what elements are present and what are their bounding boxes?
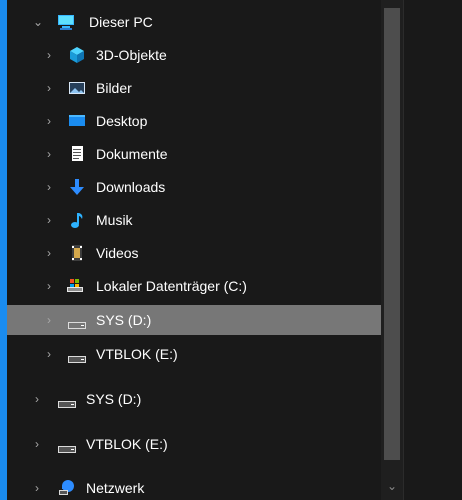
desktop-icon <box>67 111 87 131</box>
download-arrow-icon <box>67 177 87 197</box>
tree-item-label: Lokaler Datenträger (C:) <box>96 278 247 294</box>
chevron-right-icon[interactable]: › <box>43 82 55 94</box>
tree-item-lokaler-datentrager[interactable]: › Lokaler Datenträger (C:) <box>7 271 381 301</box>
chevron-right-icon[interactable]: › <box>43 314 55 326</box>
tree-item-label: Videos <box>96 245 139 261</box>
chevron-right-icon[interactable]: › <box>43 280 55 292</box>
chevron-right-icon[interactable]: › <box>43 181 55 193</box>
drive-icon <box>67 352 87 364</box>
tree-item-videos[interactable]: › Videos <box>7 238 381 268</box>
drive-icon <box>57 442 77 454</box>
tree-item-label: 3D-Objekte <box>96 47 167 63</box>
tree-item-label: VTBLOK (E:) <box>86 436 168 452</box>
drive-icon <box>57 397 77 409</box>
tree-item-sys-d-selected[interactable]: › SYS (D:) <box>7 305 381 335</box>
chevron-right-icon[interactable]: › <box>43 148 55 160</box>
tree-item-label: Downloads <box>96 179 166 195</box>
tree-item-label: SYS (D:) <box>86 391 142 407</box>
tree-item-label: Dokumente <box>96 146 168 162</box>
tree-item-label: Desktop <box>96 113 148 129</box>
tree-item-musik[interactable]: › Musik <box>7 205 381 235</box>
tree-item-vtblok-e[interactable]: › VTBLOK (E:) <box>7 429 381 459</box>
accent-strip <box>0 0 7 500</box>
chevron-right-icon[interactable]: › <box>31 393 43 405</box>
vertical-scrollbar[interactable]: ⌄ <box>381 0 403 500</box>
picture-icon <box>67 78 87 98</box>
file-explorer-window: ⌄ Dieser PC › 3D-Objekte › Bilder › Desk… <box>0 0 462 500</box>
system-drive-icon <box>65 276 85 296</box>
drive-icon <box>67 318 87 330</box>
tree-item-label: Musik <box>96 212 133 228</box>
chevron-right-icon[interactable]: › <box>43 115 55 127</box>
tree-item-label: Bilder <box>96 80 132 96</box>
chevron-right-icon[interactable]: › <box>43 348 55 360</box>
computer-icon <box>56 12 76 32</box>
navigation-pane[interactable]: ⌄ Dieser PC › 3D-Objekte › Bilder › Desk… <box>7 0 381 500</box>
network-icon <box>57 477 77 497</box>
tree-item-desktop[interactable]: › Desktop <box>7 106 381 136</box>
scroll-down-icon[interactable]: ⌄ <box>384 478 400 494</box>
chevron-right-icon[interactable]: › <box>43 49 55 61</box>
chevron-down-icon[interactable]: ⌄ <box>32 16 44 28</box>
tree-item-3d-objekte[interactable]: › 3D-Objekte <box>7 40 381 70</box>
scrollbar-thumb[interactable] <box>384 8 400 460</box>
tree-item-netzwerk[interactable]: › Netzwerk <box>7 473 381 500</box>
film-icon <box>67 243 87 263</box>
tree-item-label: SYS (D:) <box>96 312 152 328</box>
content-pane <box>403 0 462 500</box>
tree-item-label: VTBLOK (E:) <box>96 346 178 362</box>
tree-item-dieser-pc[interactable]: ⌄ Dieser PC <box>7 7 381 37</box>
tree-item-sys-d[interactable]: › SYS (D:) <box>7 384 381 414</box>
chevron-right-icon[interactable]: › <box>31 482 43 494</box>
tree-item-label: Netzwerk <box>86 480 145 496</box>
tree-item-vtblok-e-nested[interactable]: › VTBLOK (E:) <box>7 339 381 369</box>
chevron-right-icon[interactable]: › <box>31 438 43 450</box>
chevron-right-icon[interactable]: › <box>43 214 55 226</box>
cube-icon <box>67 45 87 65</box>
tree-item-bilder[interactable]: › Bilder <box>7 73 381 103</box>
tree-item-label: Dieser PC <box>89 14 153 30</box>
tree-item-downloads[interactable]: › Downloads <box>7 172 381 202</box>
chevron-right-icon[interactable]: › <box>43 247 55 259</box>
music-note-icon <box>67 210 87 230</box>
document-icon <box>67 144 87 164</box>
tree-item-dokumente[interactable]: › Dokumente <box>7 139 381 169</box>
